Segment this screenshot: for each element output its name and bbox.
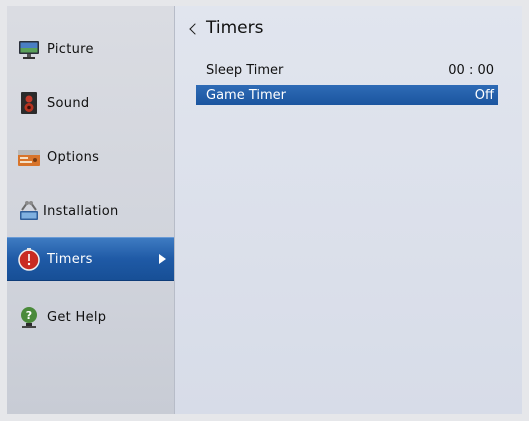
setting-label: Sleep Timer [206,62,284,78]
setting-label: Game Timer [206,87,286,103]
installation-icon [17,199,41,223]
setting-row-sleep-timer[interactable]: Sleep Timer 00 : 00 [196,60,498,80]
page-header: Timers [189,18,264,38]
page-title: Timers [206,18,264,38]
sound-icon [17,91,41,115]
sidebar-item-label: Picture [47,41,94,57]
setting-value: 00 : 00 [448,62,494,78]
options-icon [17,145,41,169]
setting-row-game-timer[interactable]: Game Timer Off [196,85,498,105]
sidebar-item-label: Timers [47,251,93,267]
picture-icon [17,37,41,61]
sidebar-item-timers[interactable]: Timers [7,237,174,281]
sidebar-item-installation[interactable]: Installation [7,189,174,233]
setting-value: Off [474,87,494,103]
timers-icon [17,247,41,271]
sidebar-item-label: Installation [43,203,119,219]
sidebar-item-label: Sound [47,95,90,111]
main-panel: Timers Sleep Timer 00 : 00 Game Timer Of… [175,6,522,414]
submenu-arrow-icon [159,254,166,264]
sidebar-item-label: Get Help [47,309,107,325]
sidebar-item-picture[interactable]: Picture [7,27,174,71]
sidebar-item-get-help[interactable]: ? Get Help [7,295,174,339]
svg-text:?: ? [26,309,32,322]
get-help-icon: ? [17,305,41,329]
back-chevron-icon[interactable] [189,22,201,35]
sidebar-item-options[interactable]: Options [7,135,174,179]
sidebar-item-sound[interactable]: Sound [7,81,174,125]
sidebar: Picture Sound Options Installation Timer… [7,6,175,414]
sidebar-item-label: Options [47,149,100,165]
tv-menu-screen: Picture Sound Options Installation Timer… [7,6,522,414]
